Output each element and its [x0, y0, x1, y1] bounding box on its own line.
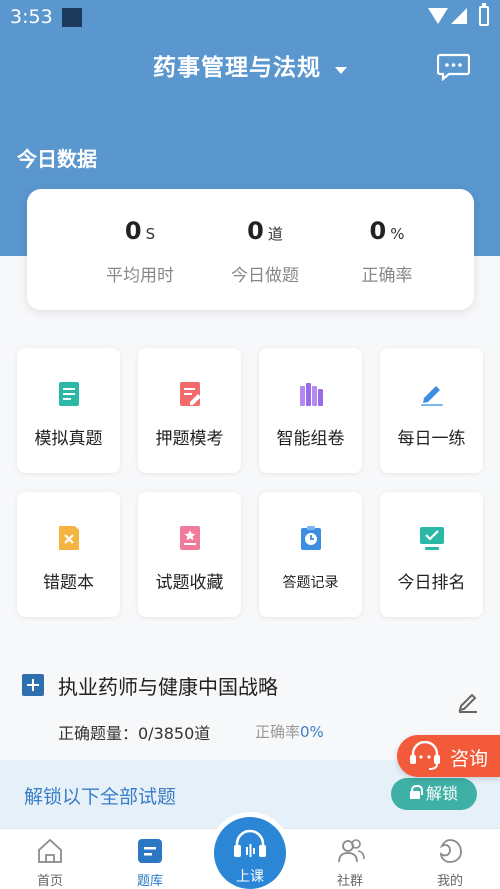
- stat-value: 0: [247, 217, 264, 245]
- chevron-down-icon: [335, 67, 347, 74]
- tile-today-ranking[interactable]: 今日排名: [380, 492, 483, 617]
- tile-answer-record[interactable]: 答题记录: [259, 492, 362, 617]
- headphones-icon: [234, 829, 266, 857]
- unlock-text[interactable]: 解锁以下全部试题: [24, 782, 176, 809]
- pen-icon: [421, 386, 443, 406]
- status-bar: 3:53: [0, 0, 500, 36]
- tab-label: 上课: [236, 869, 264, 885]
- correct-count: 正确题量：0/3850道: [58, 724, 211, 743]
- correct-rate-label: 正确率: [255, 723, 301, 741]
- edit-icon[interactable]: [458, 690, 478, 714]
- message-button[interactable]: [436, 53, 471, 82]
- document-icon: [59, 382, 79, 406]
- community-icon: [338, 839, 365, 863]
- edit-document-icon: [180, 382, 201, 406]
- correct-rate: 正确率0%: [255, 721, 324, 742]
- tile-daily-practice[interactable]: 每日一练: [380, 348, 483, 473]
- lock-icon: [409, 785, 423, 799]
- stat-unit: S: [145, 225, 156, 243]
- home-icon: [38, 838, 62, 863]
- stat-value: 0: [124, 217, 142, 245]
- tab-home[interactable]: 首页: [0, 829, 100, 889]
- headset-icon: [410, 741, 440, 770]
- stat-value: 0: [369, 217, 387, 245]
- clock-clipboard-icon: [301, 526, 321, 550]
- expand-chapter-icon[interactable]: [22, 674, 44, 696]
- unlock-button[interactable]: 解锁: [391, 778, 477, 810]
- error-note-icon: [59, 526, 79, 550]
- stat-label: 正确率: [361, 266, 413, 286]
- tile-label: 模拟真题: [34, 429, 103, 449]
- tile-smart-paper[interactable]: 智能组卷: [259, 348, 362, 473]
- tile-mock-exam[interactable]: 模拟真题: [17, 348, 120, 473]
- tile-favorites[interactable]: 试题收藏: [138, 492, 241, 617]
- subject-selector[interactable]: 药事管理与法规: [0, 48, 500, 88]
- unlock-button-label: 解锁: [425, 784, 458, 803]
- tile-label: 智能组卷: [276, 429, 345, 449]
- page-title: 药事管理与法规: [153, 55, 321, 81]
- wifi-icon: [428, 8, 448, 24]
- tab-label: 题库: [136, 874, 163, 889]
- tile-label: 试题收藏: [155, 573, 224, 593]
- tile-predicted-exam[interactable]: 押题模考: [138, 348, 241, 473]
- today-data-heading: 今日数据: [17, 147, 97, 171]
- question-bank-icon: [138, 839, 162, 863]
- tab-community[interactable]: 社群: [300, 829, 400, 889]
- tab-label: 我的: [436, 874, 463, 889]
- chat-bubble-icon: [436, 53, 471, 82]
- stat-accuracy: 0% 正确率: [312, 217, 462, 286]
- tile-label: 押题模考: [155, 429, 224, 449]
- stats-card: 0S 平均用时 0道 今日做题 0% 正确率: [27, 189, 474, 310]
- profile-icon: [439, 839, 462, 863]
- signal-icon: [451, 8, 467, 24]
- stat-unit: 道: [267, 225, 283, 243]
- status-time: 3:53: [10, 6, 53, 28]
- consult-label: 咨询: [450, 748, 489, 770]
- tab-label: 社群: [336, 874, 363, 889]
- tab-class[interactable]: 上课: [214, 817, 286, 889]
- tile-wrong-questions[interactable]: 错题本: [17, 492, 120, 617]
- tab-question-bank[interactable]: 题库: [100, 829, 200, 889]
- consult-button[interactable]: 咨询: [397, 735, 500, 777]
- tile-label: 错题本: [43, 573, 94, 593]
- star-book-icon: [180, 526, 200, 550]
- notification-icon: [62, 8, 82, 27]
- tab-label: 首页: [36, 874, 63, 889]
- chapter-title[interactable]: 执业药师与健康中国战略: [58, 671, 278, 700]
- tile-label: 今日排名: [397, 573, 466, 593]
- monitor-check-icon: [420, 527, 444, 550]
- correct-rate-value: 0%: [300, 723, 324, 741]
- tab-profile[interactable]: 我的: [400, 829, 500, 889]
- tile-label: 答题记录: [282, 575, 339, 591]
- tile-label: 每日一练: [397, 429, 466, 449]
- stat-unit: %: [390, 225, 405, 243]
- battery-icon: [479, 3, 489, 26]
- books-icon: [300, 383, 323, 406]
